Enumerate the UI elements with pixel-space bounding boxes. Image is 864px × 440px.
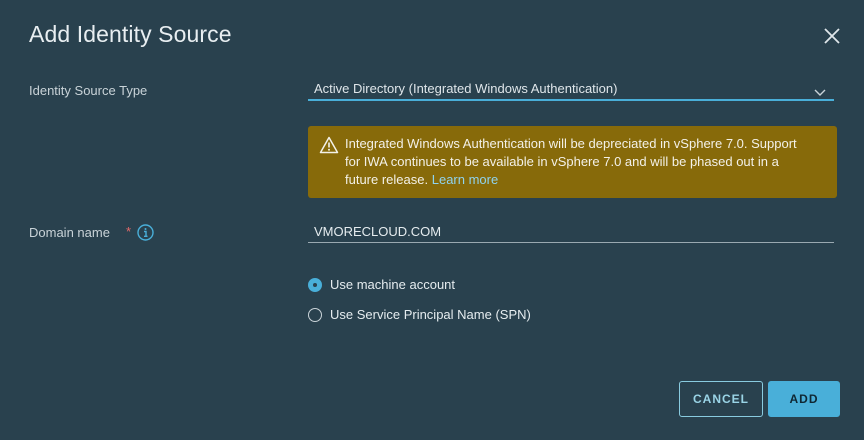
add-identity-source-dialog: Add Identity Source Identity Source Type… <box>0 0 864 440</box>
domain-name-value: VMORECLOUD.COM <box>314 224 442 239</box>
radio-use-spn[interactable]: Use Service Principal Name (SPN) <box>308 307 531 322</box>
domain-name-input[interactable]: VMORECLOUD.COM <box>308 221 834 243</box>
radio-unselected-indicator[interactable] <box>308 307 322 322</box>
radio-selected-indicator[interactable] <box>308 277 322 292</box>
alert-text: Integrated Windows Authentication will b… <box>345 135 815 189</box>
radio-use-machine-account[interactable]: Use machine account <box>308 277 455 292</box>
alert-message: Integrated Windows Authentication will b… <box>345 136 797 187</box>
deprecation-warning-alert: Integrated Windows Authentication will b… <box>308 126 837 198</box>
radio-label-machine-account: Use machine account <box>330 277 456 292</box>
chevron-down-icon <box>814 84 826 96</box>
learn-more-link[interactable]: Learn more <box>432 172 498 187</box>
info-icon[interactable] <box>137 224 154 241</box>
dialog-title: Add Identity Source <box>29 21 232 47</box>
identity-source-type-select[interactable]: Active Directory (Integrated Windows Aut… <box>308 78 834 101</box>
required-marker: * <box>126 224 132 239</box>
cancel-button[interactable]: CANCEL <box>679 381 763 417</box>
add-button[interactable]: ADD <box>768 381 840 417</box>
radio-label-spn: Use Service Principal Name (SPN) <box>330 307 531 322</box>
domain-name-label: Domain name <box>29 225 110 240</box>
warning-icon <box>319 136 339 154</box>
close-icon[interactable] <box>820 24 844 48</box>
identity-source-type-value: Active Directory (Integrated Windows Aut… <box>314 81 618 96</box>
identity-source-type-label: Identity Source Type <box>29 83 148 98</box>
